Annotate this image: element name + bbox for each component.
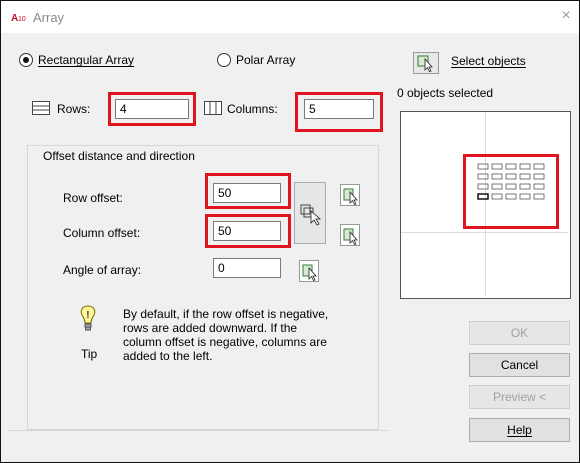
- row-offset-label: Row offset:: [63, 191, 123, 205]
- offset-group: [27, 145, 379, 430]
- autocad-app-icon: A 10: [11, 11, 27, 23]
- rectangular-array-label: Rectangular Array: [38, 53, 135, 67]
- selection-status: 0 objects selected: [397, 86, 494, 100]
- columns-highlight: [295, 92, 383, 132]
- preview-highlight: [463, 154, 559, 229]
- title-bar: A 10 Array ×: [1, 1, 579, 33]
- columns-icon: [204, 101, 222, 115]
- pick-column-offset-button[interactable]: [340, 224, 360, 246]
- preview-axis: [401, 232, 568, 233]
- tip-line: column offset is negative, columns are: [123, 335, 327, 349]
- rows-label: Rows:: [57, 102, 91, 116]
- close-button[interactable]: ×: [557, 7, 575, 25]
- tip-line: added to the left.: [123, 349, 213, 363]
- tip-line: By default, if the row offset is negativ…: [123, 307, 329, 321]
- window-title: Array: [33, 10, 65, 25]
- angle-label: Angle of array:: [63, 263, 142, 277]
- array-dialog: A 10 Array × Rectangular Array Polar Arr…: [0, 0, 580, 463]
- pick-point-icon: [343, 188, 358, 205]
- row-offset-highlight: [205, 173, 291, 209]
- tip-label: Tip: [81, 347, 98, 361]
- offset-group-title: Offset distance and direction: [41, 149, 197, 163]
- pick-row-offset-button[interactable]: [340, 184, 360, 206]
- tip-text: By default, if the row offset is negativ…: [123, 307, 328, 363]
- polar-array-radio[interactable]: Polar Array: [217, 53, 295, 67]
- svg-text:!: !: [86, 310, 89, 321]
- ok-button[interactable]: OK: [469, 321, 570, 345]
- rows-highlight: [108, 92, 196, 126]
- divider: [9, 430, 389, 431]
- tip-line: rows are added downward. If the: [123, 321, 298, 335]
- rows-icon: [32, 101, 50, 115]
- radio-selected-icon: [19, 53, 33, 67]
- radio-unselected-icon: [217, 53, 231, 67]
- help-button[interactable]: Help: [469, 418, 570, 442]
- angle-input[interactable]: 0: [213, 258, 281, 278]
- pick-offsets-icon: [300, 204, 322, 226]
- pick-point-icon: [302, 264, 317, 281]
- svg-text:10: 10: [18, 16, 26, 23]
- cancel-button[interactable]: Cancel: [469, 353, 570, 377]
- column-offset-highlight: [205, 214, 291, 248]
- rectangular-array-radio[interactable]: Rectangular Array: [19, 53, 134, 67]
- select-objects-button[interactable]: [413, 52, 439, 74]
- pick-both-offsets-button[interactable]: [294, 182, 326, 244]
- preview-button[interactable]: Preview <: [469, 385, 570, 409]
- polar-array-label: Polar Array: [236, 53, 296, 67]
- column-offset-label: Column offset:: [63, 226, 141, 240]
- pick-point-icon: [343, 228, 358, 245]
- select-objects-label[interactable]: Select objects: [451, 54, 526, 68]
- pick-angle-button[interactable]: [299, 260, 319, 282]
- columns-label: Columns:: [227, 102, 278, 116]
- select-objects-icon: [417, 55, 433, 72]
- lightbulb-icon: !: [80, 305, 96, 331]
